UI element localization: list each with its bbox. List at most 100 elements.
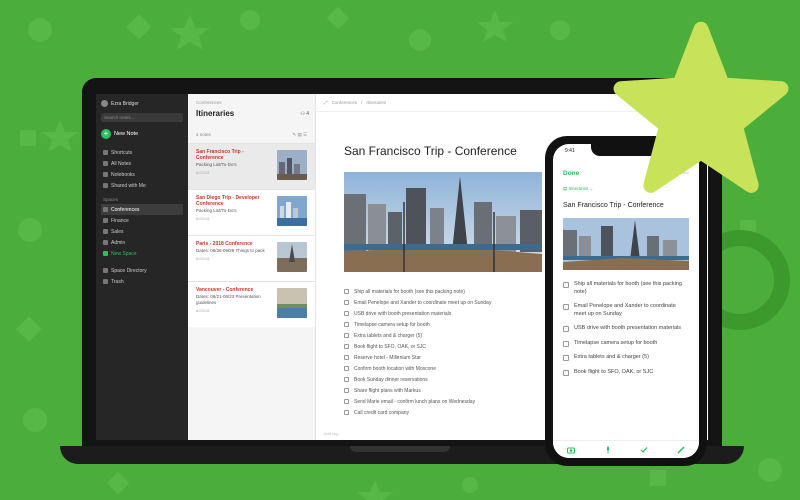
checkbox[interactable]	[344, 388, 349, 393]
breadcrumb-notebook[interactable]: Itineraries	[366, 100, 386, 105]
camera-icon[interactable]	[567, 446, 576, 454]
search-input[interactable]: Search notes...	[101, 113, 183, 122]
microphone-icon[interactable]	[604, 446, 612, 454]
checklist-item-text[interactable]: USB drive with booth presentation materi…	[574, 325, 681, 333]
checklist-item: Ship all materials for booth (see this p…	[563, 281, 689, 296]
trash-icon	[103, 279, 108, 284]
note-snippet: Dates: 09/26-09/29 Things to pack	[196, 248, 265, 253]
checkbox[interactable]	[563, 369, 569, 376]
breadcrumb-space[interactable]: Conferences	[332, 100, 358, 105]
status-time: 9:41	[565, 148, 575, 154]
checkbox[interactable]	[563, 304, 569, 310]
list-item[interactable]: San Diego Trip - Developer Conference Pa…	[188, 189, 315, 235]
expand-icon[interactable]: ⤢	[324, 100, 328, 105]
note-count: 4 notes	[196, 132, 211, 137]
sidebar-item-finance[interactable]: Finance	[101, 215, 183, 226]
sidebar-item-new-space[interactable]: New Space	[101, 248, 183, 259]
plus-icon: +	[101, 129, 111, 139]
checklist-item-text[interactable]: Email Penelope and Xander to coordinate …	[354, 300, 491, 306]
checkbox[interactable]	[344, 377, 349, 382]
checkbox[interactable]	[344, 399, 349, 404]
checklist-item-text[interactable]: Call credit card company	[354, 410, 409, 416]
sidebar-item-shared[interactable]: Shared with Me	[101, 180, 183, 191]
space-icon	[103, 207, 108, 212]
checklist-item-text[interactable]: Timelapse camera setup for booth	[354, 322, 430, 328]
sidebar-item-label: Finance	[111, 217, 129, 224]
spaces-heading: Spaces	[103, 197, 119, 202]
checkbox[interactable]	[344, 410, 349, 415]
sidebar-item-sales[interactable]: Sales	[101, 226, 183, 237]
breadcrumb[interactable]: Conferences	[188, 94, 315, 105]
star-decoration	[613, 21, 789, 193]
sidebar-item-label: Shortcuts	[111, 149, 133, 156]
checklist-item-text[interactable]: Email Penelope and Xander to coordinate …	[574, 303, 689, 318]
sidebar-item-shortcuts[interactable]: Shortcuts	[101, 147, 183, 158]
checklist-item-text[interactable]: Share flight plans with Markus	[354, 388, 421, 394]
checklist-item-text[interactable]: Book flight to SFO, OAK, or SJC	[354, 344, 426, 350]
checklist-item-text[interactable]: Reserve hotel - Millenium Star	[354, 355, 421, 361]
checklist-item-text[interactable]: Ship all materials for booth (see this p…	[574, 281, 689, 296]
sidebar-item-trash[interactable]: Trash	[101, 276, 183, 287]
list-item[interactable]: Paris - 2018 Conference Dates: 09/26-09/…	[188, 235, 315, 281]
space-icon	[103, 218, 108, 223]
directory-icon	[103, 268, 108, 273]
checkbox[interactable]	[563, 326, 569, 332]
list-item[interactable]: Vancouver - Conference Dates: 06/21-06/2…	[188, 281, 315, 327]
view-options-icon[interactable]: ✎ ▤ ☰	[292, 132, 307, 138]
note-thumbnail	[277, 196, 307, 226]
checkbox[interactable]	[344, 355, 349, 360]
checkbox[interactable]	[563, 340, 569, 347]
note-snippet: Packing List/To-Do's	[196, 162, 237, 167]
checklist-item: Timelapse camera setup for booth	[563, 340, 689, 348]
list-item[interactable]: San Francisco Trip - Conference Packing …	[188, 143, 315, 189]
sidebar-item-space-directory[interactable]: Space Directory	[101, 265, 183, 276]
checklist-item-text[interactable]: Book flight to SFO, OAK, or SJC	[574, 369, 653, 377]
checklist-item-text[interactable]: Timelapse camera setup for booth	[574, 340, 657, 348]
sidebar: Ezra Bridger Search notes... + New Note …	[96, 94, 188, 440]
checkbox[interactable]	[344, 289, 349, 294]
pen-icon[interactable]	[677, 445, 685, 454]
checkbox[interactable]	[344, 322, 349, 327]
sidebar-item-label: Conferences	[111, 206, 140, 213]
breadcrumb-separator: /	[361, 100, 363, 105]
plus-icon	[103, 251, 108, 256]
done-button[interactable]: Done	[563, 170, 579, 177]
shared-icon	[103, 183, 108, 188]
laptop-notch	[350, 446, 450, 452]
sidebar-item-admin[interactable]: Admin	[101, 237, 183, 248]
sidebar-item-label: Admin	[111, 239, 126, 246]
checklist-item-text[interactable]: Extra tablets and & charger (5)	[354, 333, 422, 339]
note-image	[563, 218, 689, 270]
checklist-item-text[interactable]: Extra tablets and & charger (5)	[574, 354, 649, 362]
note-list-meta: 4 notes ✎ ▤ ☰	[188, 118, 315, 143]
sidebar-item-all-notes[interactable]: All Notes	[101, 158, 183, 169]
checklist-item-text[interactable]: Ship all materials for booth (see this p…	[354, 289, 465, 295]
checklist-item-text[interactable]: Book Sunday dinner reservations	[354, 377, 428, 383]
checkbox[interactable]	[344, 333, 349, 338]
checklist-icon[interactable]	[640, 446, 648, 454]
checklist-item-text[interactable]: Confirm booth location with Moscone	[354, 366, 436, 372]
checklist-item: Email Penelope and Xander to coordinate …	[563, 303, 689, 318]
sidebar-item-label: Space Directory	[111, 267, 147, 274]
checkbox[interactable]	[344, 366, 349, 371]
notebook-title: Itineraries	[196, 109, 235, 118]
checklist-item-text[interactable]: Send Marie email - confirm lunch plans o…	[354, 399, 475, 405]
avatar	[101, 100, 108, 107]
user-name: Ezra Bridger	[111, 100, 139, 107]
sidebar-item-label: Sales	[111, 228, 124, 235]
sidebar-item-label: All Notes	[111, 160, 132, 167]
new-note-button[interactable]: + New Note	[101, 129, 183, 139]
checkbox[interactable]	[344, 300, 349, 305]
checklist-item-text[interactable]: USB drive with booth presentation materi…	[354, 311, 451, 317]
sidebar-item-notebooks[interactable]: Notebooks	[101, 169, 183, 180]
checkbox[interactable]	[563, 282, 569, 288]
checkbox[interactable]	[563, 355, 569, 361]
tag-input[interactable]: Add tag...	[324, 431, 341, 436]
sidebar-item-conferences[interactable]: Conferences	[101, 204, 183, 215]
share-count[interactable]: ⚇ 4	[300, 111, 309, 117]
account-switcher[interactable]: Ezra Bridger	[101, 100, 183, 107]
checkbox[interactable]	[344, 344, 349, 349]
note-thumbnail	[277, 242, 307, 272]
space-icon	[103, 229, 108, 234]
checkbox[interactable]	[344, 311, 349, 316]
